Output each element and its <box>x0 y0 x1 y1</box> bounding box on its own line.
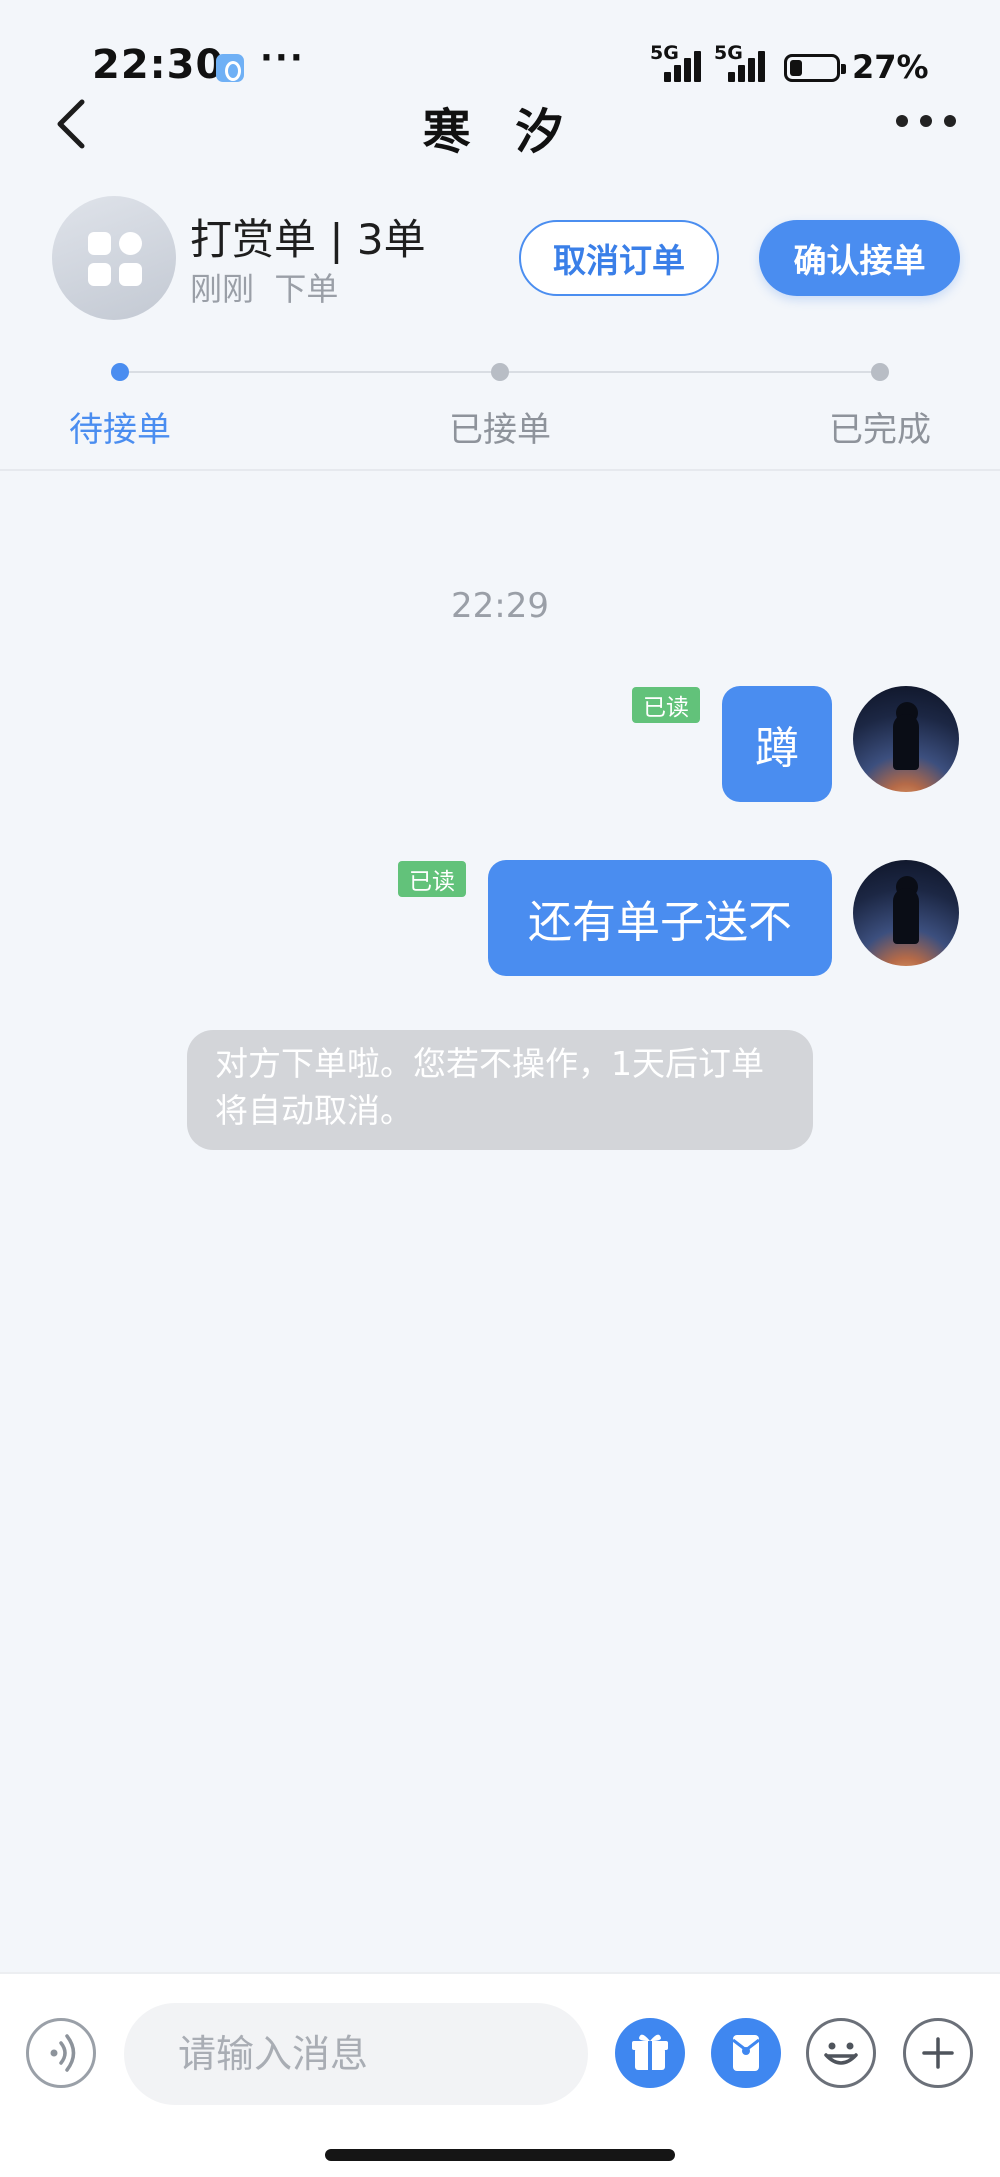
app-notification-icon <box>216 54 244 82</box>
confirm-order-button[interactable]: 确认接单 <box>759 220 960 296</box>
status-more-notifications: ··· <box>260 38 305 78</box>
signal-icon: 5G <box>650 42 712 86</box>
battery-icon <box>784 54 846 82</box>
order-time: 刚刚 下单 <box>190 270 339 308</box>
app-grid-icon <box>88 232 142 286</box>
progress-dot-accepted <box>491 363 509 381</box>
battery-percent: 27% <box>852 48 929 86</box>
emoji-icon <box>824 2042 858 2065</box>
avatar[interactable] <box>853 686 959 792</box>
system-notice: 对方下单啦。您若不操作，1天后订单将自动取消。 <box>187 1030 813 1150</box>
avatar[interactable] <box>853 860 959 966</box>
step-label-completed: 已完成 <box>829 410 931 450</box>
more-button[interactable] <box>896 106 956 136</box>
cancel-order-button[interactable]: 取消订单 <box>519 220 719 296</box>
message-input[interactable] <box>124 2003 588 2105</box>
network-type-label: 5G <box>714 42 743 64</box>
chat-timestamp: 22:29 <box>451 586 549 626</box>
progress-dot-pending <box>111 363 129 381</box>
order-avatar <box>52 196 176 320</box>
red-packet-button[interactable] <box>711 2018 781 2088</box>
progress-dot-completed <box>871 363 889 381</box>
plus-icon <box>922 2037 954 2069</box>
step-label-pending: 待接单 <box>69 410 171 450</box>
plus-button[interactable] <box>903 2018 973 2088</box>
signal-icon: 5G <box>714 42 776 86</box>
more-dots-icon <box>896 115 908 127</box>
battery-level <box>790 60 802 76</box>
home-indicator <box>325 2149 675 2161</box>
message-bubble[interactable]: 还有单子送不 <box>488 860 832 976</box>
read-badge: 已读 <box>632 687 700 723</box>
gift-button[interactable] <box>615 2018 685 2088</box>
order-title: 打赏单 | 3单 <box>190 215 426 264</box>
step-label-accepted: 已接单 <box>449 410 551 450</box>
voice-icon <box>50 2034 76 2072</box>
gift-icon <box>632 2034 668 2070</box>
page-title: 寒 汐 <box>422 104 578 160</box>
read-badge: 已读 <box>398 861 466 897</box>
divider <box>0 469 1000 471</box>
status-time: 22:30 <box>92 42 225 88</box>
network-type-label: 5G <box>650 42 679 64</box>
emoji-button[interactable] <box>806 2018 876 2088</box>
red-packet-icon <box>732 2035 760 2071</box>
message-bubble[interactable]: 蹲 <box>722 686 832 802</box>
voice-button[interactable] <box>26 2018 96 2088</box>
